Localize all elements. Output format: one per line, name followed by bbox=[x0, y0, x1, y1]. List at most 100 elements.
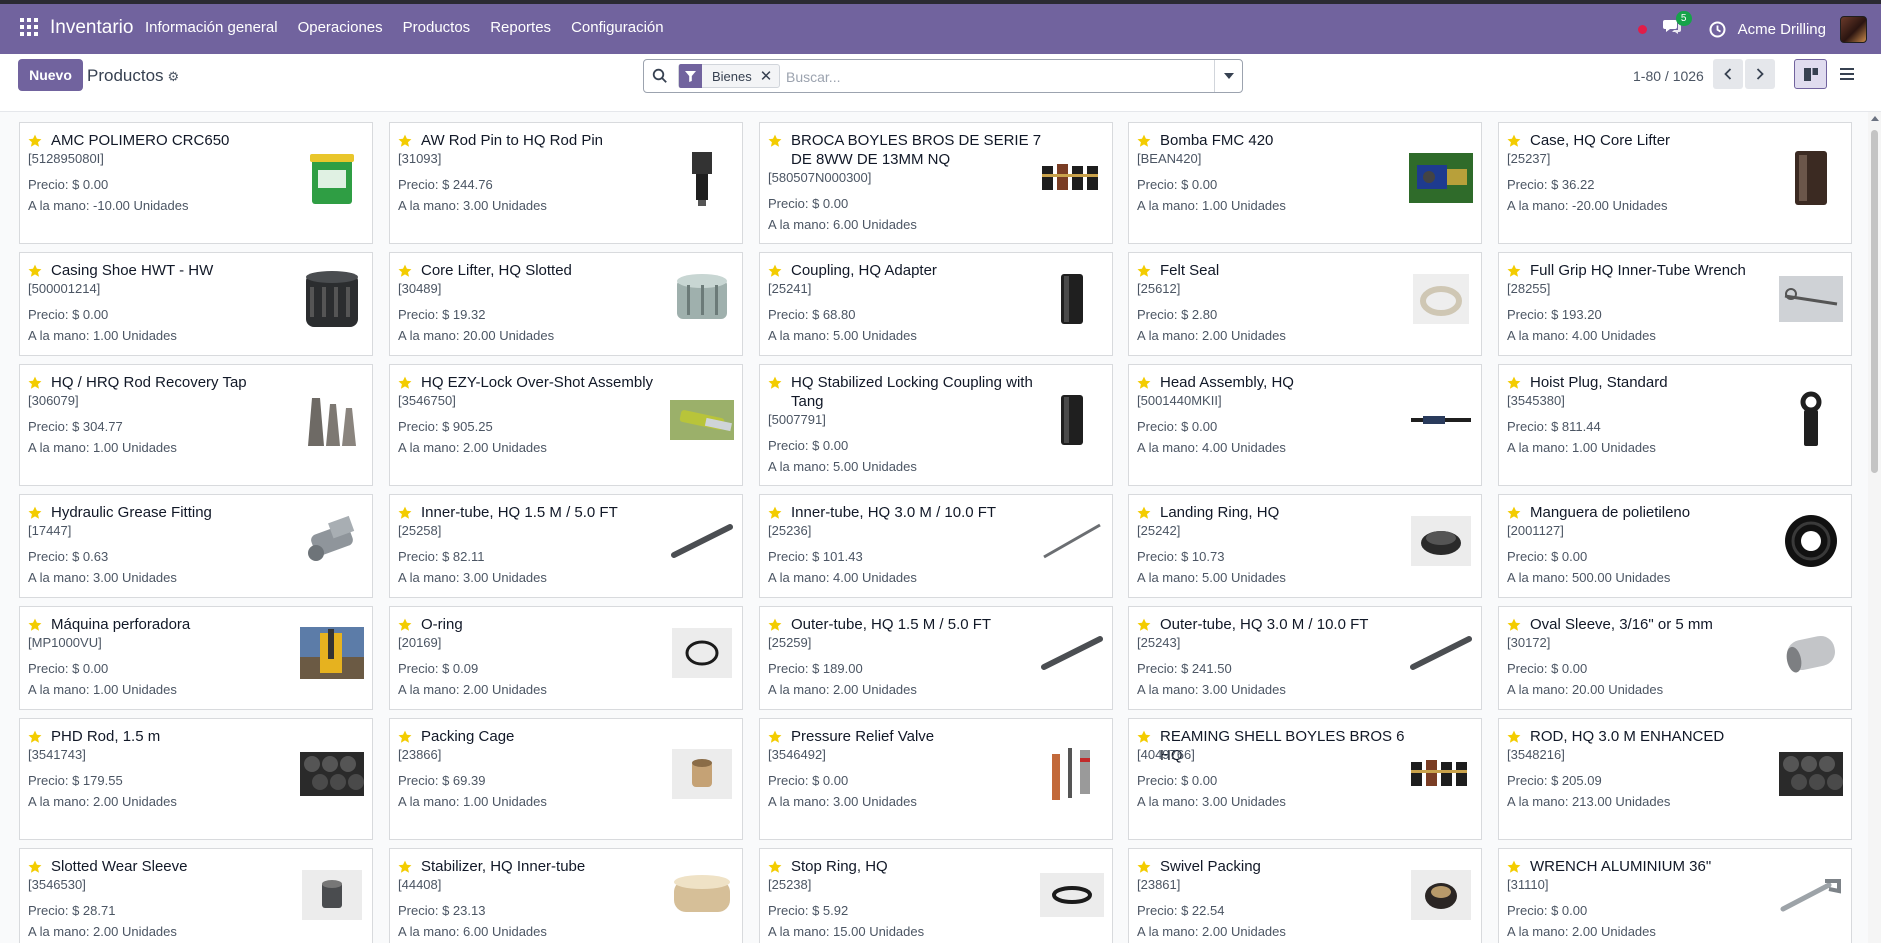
menu-item-productos[interactable]: Productos bbox=[403, 19, 471, 36]
product-card[interactable]: Slotted Wear Sleeve [3546530] Precio: $ 28… bbox=[19, 848, 373, 943]
pager-value[interactable]: 1-80 / 1026 bbox=[1633, 68, 1704, 84]
favorite-star-icon[interactable] bbox=[1507, 376, 1521, 390]
activity-clock-icon[interactable] bbox=[1709, 21, 1726, 38]
favorite-star-icon[interactable] bbox=[28, 134, 42, 148]
favorite-star-icon[interactable] bbox=[28, 730, 42, 744]
favorite-star-icon[interactable] bbox=[1137, 860, 1151, 874]
search-input[interactable] bbox=[786, 67, 1206, 87]
product-card[interactable]: Felt Seal [25612] Precio: $ 2.80 A la mano:… bbox=[1128, 252, 1482, 356]
favorite-star-icon[interactable] bbox=[1137, 264, 1151, 278]
favorite-star-icon[interactable] bbox=[398, 860, 412, 874]
product-card[interactable]: HQ / HRQ Rod Recovery Tap [306079] Precio:… bbox=[19, 364, 373, 486]
product-card[interactable]: Inner-tube, HQ 1.5 M / 5.0 FT [25258] Prec… bbox=[389, 494, 743, 598]
app-name[interactable]: Inventario bbox=[50, 17, 133, 39]
favorite-star-icon[interactable] bbox=[1507, 860, 1521, 874]
favorite-star-icon[interactable] bbox=[768, 134, 782, 148]
new-button[interactable]: Nuevo bbox=[18, 59, 83, 91]
favorite-star-icon[interactable] bbox=[768, 860, 782, 874]
favorite-star-icon[interactable] bbox=[1137, 134, 1151, 148]
remove-filter-icon[interactable]: ✕ bbox=[760, 67, 780, 85]
favorite-star-icon[interactable] bbox=[1137, 376, 1151, 390]
scrollbar-thumb[interactable] bbox=[1871, 130, 1878, 473]
product-price: Precio: $ 0.00 bbox=[1137, 177, 1217, 192]
product-card[interactable]: Stabilizer, HQ Inner-tube [44408] Precio: … bbox=[389, 848, 743, 943]
product-card[interactable]: Landing Ring, HQ [25242] Precio: $ 10.73 A … bbox=[1128, 494, 1482, 598]
product-card[interactable]: Core Lifter, HQ Slotted [30489] Precio: $ … bbox=[389, 252, 743, 356]
price-label: Precio: bbox=[28, 177, 73, 192]
product-card[interactable]: HQ EZY-Lock Over-Shot Assembly [3546750] P… bbox=[389, 364, 743, 486]
favorite-star-icon[interactable] bbox=[768, 730, 782, 744]
user-avatar[interactable] bbox=[1840, 15, 1867, 43]
favorite-star-icon[interactable] bbox=[398, 506, 412, 520]
product-card[interactable]: Pressure Relief Valve [3546492] Precio: $ … bbox=[759, 718, 1113, 840]
product-card[interactable]: Hoist Plug, Standard [3545380] Precio: $ 8… bbox=[1498, 364, 1852, 486]
product-card[interactable]: Hydraulic Grease Fitting [17447] Precio: $… bbox=[19, 494, 373, 598]
gear-icon[interactable]: ⚙ bbox=[168, 69, 180, 85]
product-card[interactable]: HQ Stabilized Locking Coupling with Tang… bbox=[759, 364, 1113, 486]
pager-next-button[interactable] bbox=[1745, 59, 1775, 89]
on-hand-value: 3.00 Unidades bbox=[93, 570, 177, 585]
favorite-star-icon[interactable] bbox=[1137, 506, 1151, 520]
product-card[interactable]: BROCA BOYLES BROS DE SERIE 7 DE 8WW DE 1… bbox=[759, 122, 1113, 244]
product-card[interactable]: Swivel Packing [23861] Precio: $ 22.54 A la… bbox=[1128, 848, 1482, 943]
product-card[interactable]: REAMING SHELL BOYLES BROS 6 HQ [4049766] P… bbox=[1128, 718, 1482, 840]
favorite-star-icon[interactable] bbox=[398, 730, 412, 744]
search-options-toggle[interactable] bbox=[1214, 60, 1242, 92]
product-card[interactable]: Head Assembly, HQ [5001440MKII] Precio: $ … bbox=[1128, 364, 1482, 486]
kanban-view-button[interactable] bbox=[1794, 59, 1827, 89]
recording-indicator-icon[interactable] bbox=[1637, 24, 1647, 34]
favorite-star-icon[interactable] bbox=[1507, 264, 1521, 278]
favorite-star-icon[interactable] bbox=[398, 264, 412, 278]
product-card[interactable]: Bomba FMC 420 [BEAN420] Precio: $ 0.00 A la… bbox=[1128, 122, 1482, 244]
pager-previous-button[interactable] bbox=[1713, 59, 1743, 89]
scroll-up-icon[interactable] bbox=[1871, 116, 1879, 121]
product-card[interactable]: Packing Cage [23866] Precio: $ 69.39 A la m… bbox=[389, 718, 743, 840]
product-card[interactable]: Casing Shoe HWT - HW [500001214] Precio: $… bbox=[19, 252, 373, 356]
favorite-star-icon[interactable] bbox=[28, 506, 42, 520]
product-card[interactable]: O-ring [20169] Precio: $ 0.09 A la mano: 2.… bbox=[389, 606, 743, 710]
favorite-star-icon[interactable] bbox=[768, 376, 782, 390]
favorite-star-icon[interactable] bbox=[1137, 618, 1151, 632]
scrollbar[interactable] bbox=[1868, 112, 1881, 943]
messaging-button[interactable]: 5 bbox=[1662, 11, 1692, 39]
favorite-star-icon[interactable] bbox=[398, 134, 412, 148]
product-card[interactable]: Case, HQ Core Lifter [25237] Precio: $ 36.… bbox=[1498, 122, 1852, 244]
company-switcher[interactable]: Acme Drilling bbox=[1738, 21, 1826, 38]
menu-item-reportes[interactable]: Reportes bbox=[490, 19, 551, 36]
product-card[interactable]: Outer-tube, HQ 1.5 M / 5.0 FT [25259] Prec… bbox=[759, 606, 1113, 710]
product-card[interactable]: Inner-tube, HQ 3.0 M / 10.0 FT [25236] Pre… bbox=[759, 494, 1113, 598]
menu-item-operaciones[interactable]: Operaciones bbox=[298, 19, 383, 36]
search-icon[interactable] bbox=[652, 68, 668, 84]
product-card[interactable]: Máquina perforadora [MP1000VU] Precio: $ 0… bbox=[19, 606, 373, 710]
favorite-star-icon[interactable] bbox=[398, 376, 412, 390]
favorite-star-icon[interactable] bbox=[1507, 506, 1521, 520]
favorite-star-icon[interactable] bbox=[768, 506, 782, 520]
favorite-star-icon[interactable] bbox=[768, 618, 782, 632]
favorite-star-icon[interactable] bbox=[1507, 134, 1521, 148]
product-card[interactable]: Full Grip HQ Inner-Tube Wrench [28255] Pre… bbox=[1498, 252, 1852, 356]
favorite-star-icon[interactable] bbox=[28, 264, 42, 278]
list-view-button[interactable] bbox=[1830, 59, 1863, 89]
product-card[interactable]: Oval Sleeve, 3/16" or 5 mm [30172] Precio:… bbox=[1498, 606, 1852, 710]
menu-item-informacion-general[interactable]: Información general bbox=[145, 19, 278, 36]
menu-item-configuracion[interactable]: Configuración bbox=[571, 19, 664, 36]
favorite-star-icon[interactable] bbox=[1137, 730, 1151, 744]
favorite-star-icon[interactable] bbox=[398, 618, 412, 632]
favorite-star-icon[interactable] bbox=[1507, 618, 1521, 632]
product-card[interactable]: PHD Rod, 1.5 m [3541743] Precio: $ 179.55 A… bbox=[19, 718, 373, 840]
product-card[interactable]: AW Rod Pin to HQ Rod Pin [31093] Precio: $… bbox=[389, 122, 743, 244]
product-card[interactable]: Stop Ring, HQ [25238] Precio: $ 5.92 A la m… bbox=[759, 848, 1113, 943]
product-card[interactable]: ROD, HQ 3.0 M ENHANCED [3548216] Precio: $… bbox=[1498, 718, 1852, 840]
favorite-star-icon[interactable] bbox=[28, 376, 42, 390]
hoist-plug-image bbox=[1779, 388, 1843, 452]
apps-menu-icon[interactable] bbox=[20, 18, 38, 36]
product-card[interactable]: Coupling, HQ Adapter [25241] Precio: $ 68.… bbox=[759, 252, 1113, 356]
favorite-star-icon[interactable] bbox=[768, 264, 782, 278]
product-card[interactable]: Manguera de polietileno [2001127] Precio: … bbox=[1498, 494, 1852, 598]
product-card[interactable]: WRENCH ALUMINIUM 36" [31110] Precio: $ 0.0… bbox=[1498, 848, 1852, 943]
product-card[interactable]: Outer-tube, HQ 3.0 M / 10.0 FT [25243] Pre… bbox=[1128, 606, 1482, 710]
favorite-star-icon[interactable] bbox=[1507, 730, 1521, 744]
favorite-star-icon[interactable] bbox=[28, 860, 42, 874]
product-card[interactable]: AMC POLIMERO CRC650 [512895080I] Precio: $… bbox=[19, 122, 373, 244]
favorite-star-icon[interactable] bbox=[28, 618, 42, 632]
